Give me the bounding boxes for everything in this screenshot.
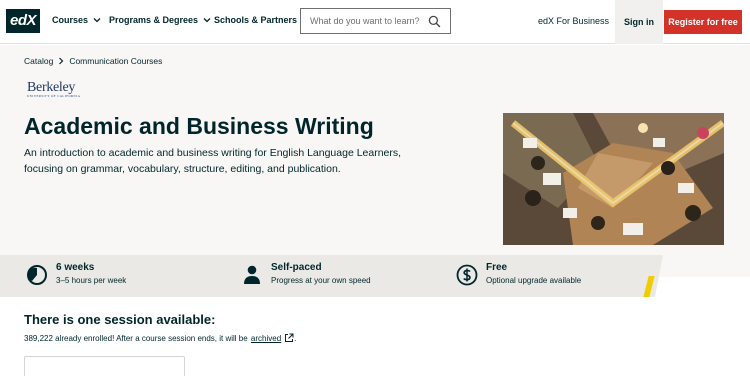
search-input[interactable]	[301, 9, 425, 33]
breadcrumb: Catalog Communication Courses	[24, 56, 162, 66]
nav-schools[interactable]: Schools & Partners	[214, 15, 297, 25]
course-image	[503, 113, 724, 245]
stat-duration-subtitle: 3–5 hours per week	[56, 276, 127, 285]
stat-pacing-title: Self-paced	[271, 262, 322, 273]
enrollment-info: 389,222 already enrolled! After a course…	[24, 333, 296, 343]
sign-in-button[interactable]: Sign in	[615, 0, 663, 44]
register-button[interactable]: Register for free	[664, 10, 742, 34]
school-logo[interactable]: Berkeley UNIVERSITY OF CALIFORNIA	[27, 80, 81, 99]
search-icon[interactable]	[428, 15, 441, 28]
session-card[interactable]	[24, 356, 185, 376]
dollar-icon	[456, 264, 478, 286]
nav-schools-label: Schools & Partners	[214, 15, 298, 25]
external-link-icon[interactable]	[284, 333, 294, 343]
chevron-down-icon	[93, 18, 101, 23]
chevron-right-icon	[59, 57, 64, 65]
stat-pacing: Self-paced Progress at your own speed	[241, 262, 371, 286]
enrolled-text: 389,222 already enrolled! After a course…	[24, 333, 248, 343]
sessions-heading: There is one session available:	[24, 312, 216, 327]
archived-link[interactable]: archived	[251, 334, 281, 343]
stat-duration: 6 weeks 3–5 hours per week	[26, 262, 126, 286]
nav-courses[interactable]: Courses	[52, 15, 102, 25]
stat-price-subtitle: Optional upgrade available	[486, 276, 582, 285]
school-logo-name: Berkeley	[27, 80, 76, 95]
search-box	[300, 8, 451, 34]
breadcrumb-catalog[interactable]: Catalog	[24, 56, 53, 66]
enrolled-suffix: .	[294, 333, 297, 343]
person-icon	[244, 265, 260, 284]
stats-bar-edge	[655, 255, 663, 297]
nav-programs[interactable]: Programs & Degrees	[109, 15, 212, 25]
stat-price-title: Free	[486, 262, 508, 273]
stat-price: Free Optional upgrade available	[456, 262, 581, 286]
breadcrumb-communication[interactable]: Communication Courses	[69, 56, 162, 66]
stat-duration-title: 6 weeks	[56, 262, 95, 273]
top-navbar: edX Courses Programs & Degrees Schools &…	[0, 0, 750, 44]
for-business-link[interactable]: edX For Business	[538, 16, 609, 26]
school-logo-subtitle: UNIVERSITY OF CALIFORNIA	[27, 94, 81, 98]
nav-courses-label: Courses	[52, 15, 89, 25]
clock-icon	[27, 265, 47, 285]
edx-logo[interactable]: edX	[6, 9, 40, 33]
course-title: Academic and Business Writing	[24, 113, 374, 139]
course-description: An introduction to academic and business…	[24, 147, 402, 175]
nav-programs-label: Programs & Degrees	[109, 15, 199, 25]
chevron-down-icon	[203, 18, 211, 23]
stat-pacing-subtitle: Progress at your own speed	[271, 276, 371, 285]
